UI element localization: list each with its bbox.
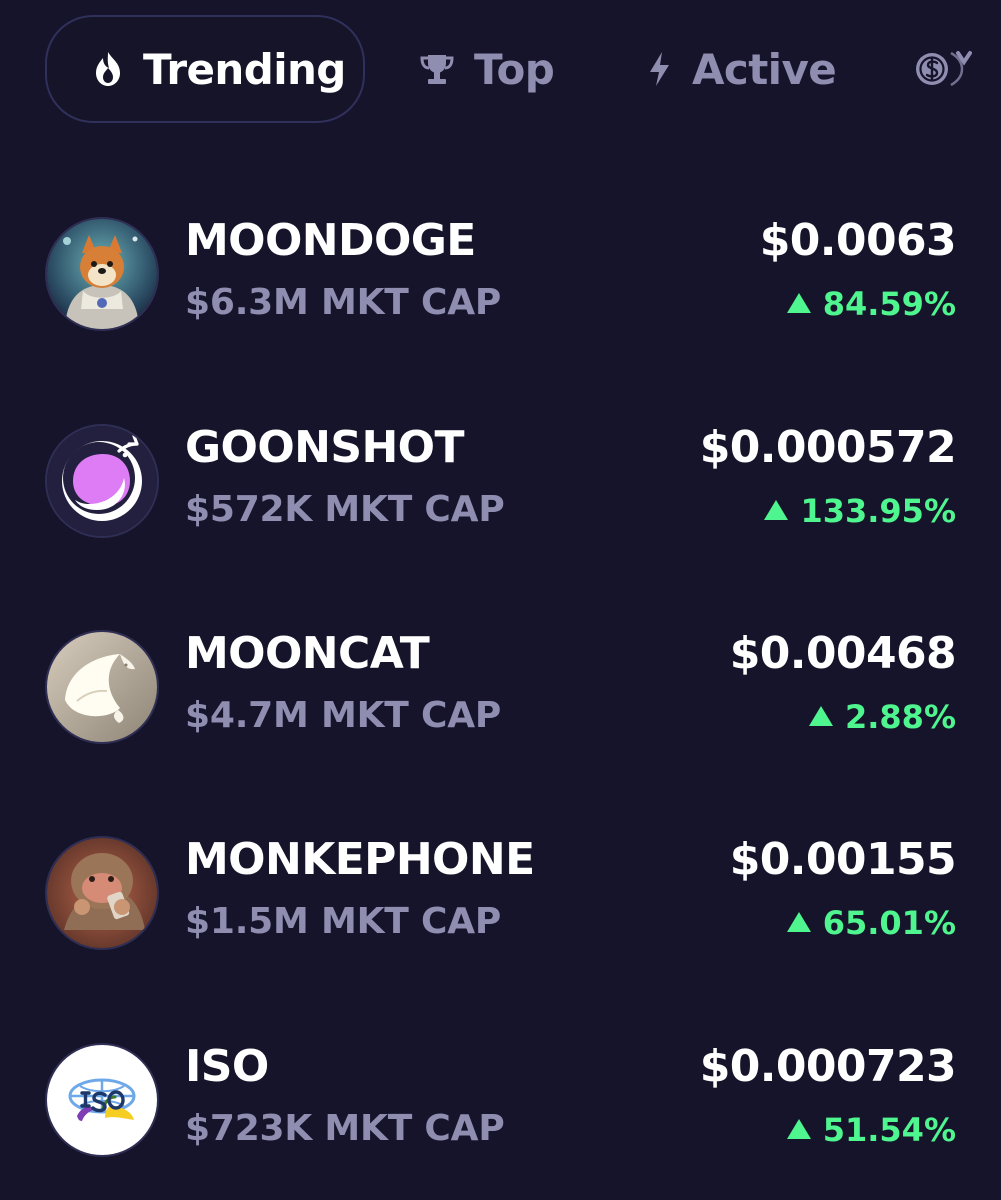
price-change-value: 84.59% <box>822 285 956 323</box>
price-change: 2.88% <box>808 698 956 736</box>
crypto-token-list-screen: Trending Top Active MOONDOGE $6.3M MKT C… <box>0 0 1001 1200</box>
market-cap: $1.5M MKT CAP <box>185 901 502 942</box>
token-price: $0.000723 <box>699 1041 957 1092</box>
token-name: MOONDOGE <box>185 215 476 266</box>
token-row-goonshot[interactable]: GOONSHOT $572K MKT CAP $0.000572 133.95% <box>0 414 1001 554</box>
market-cap: $723K MKT CAP <box>185 1108 505 1149</box>
price-change: 51.54% <box>786 1111 956 1149</box>
token-price: $0.00468 <box>729 628 957 679</box>
token-name: ISO <box>185 1041 269 1092</box>
iso-logo-avatar <box>45 1043 159 1157</box>
token-list: MOONDOGE $6.3M MKT CAP $0.0063 84.59% GO… <box>0 0 1001 1200</box>
monkey-phone-avatar <box>45 836 159 950</box>
price-change: 133.95% <box>764 492 956 530</box>
price-change-value: 51.54% <box>822 1111 956 1149</box>
up-arrow-icon <box>764 500 789 520</box>
price-change: 65.01% <box>786 904 956 942</box>
up-arrow-icon <box>786 912 811 932</box>
market-cap: $4.7M MKT CAP <box>185 695 502 736</box>
price-change-value: 2.88% <box>844 698 956 736</box>
token-row-moondoge[interactable]: MOONDOGE $6.3M MKT CAP $0.0063 84.59% <box>0 207 1001 347</box>
token-row-monkephone[interactable]: MONKEPHONE $1.5M MKT CAP $0.00155 65.01% <box>0 826 1001 966</box>
up-arrow-icon <box>786 293 811 313</box>
up-arrow-icon <box>808 706 833 726</box>
token-row-iso[interactable]: ISO $723K MKT CAP $0.000723 51.54% <box>0 1033 1001 1173</box>
market-cap: $6.3M MKT CAP <box>185 282 502 323</box>
curled-cat-avatar <box>45 630 159 744</box>
goonshot-logo-avatar <box>45 424 159 538</box>
token-row-mooncat[interactable]: MOONCAT $4.7M MKT CAP $0.00468 2.88% <box>0 620 1001 760</box>
up-arrow-icon <box>786 1119 811 1139</box>
price-change: 84.59% <box>786 285 956 323</box>
price-change-value: 133.95% <box>800 492 956 530</box>
price-change-value: 65.01% <box>822 904 956 942</box>
token-name: GOONSHOT <box>185 422 464 473</box>
token-price: $0.00155 <box>729 834 957 885</box>
astronaut-shiba-avatar <box>45 217 159 331</box>
token-name: MONKEPHONE <box>185 834 535 885</box>
market-cap: $572K MKT CAP <box>185 489 505 530</box>
token-name: MOONCAT <box>185 628 430 679</box>
token-price: $0.000572 <box>699 422 957 473</box>
token-price: $0.0063 <box>759 215 957 266</box>
